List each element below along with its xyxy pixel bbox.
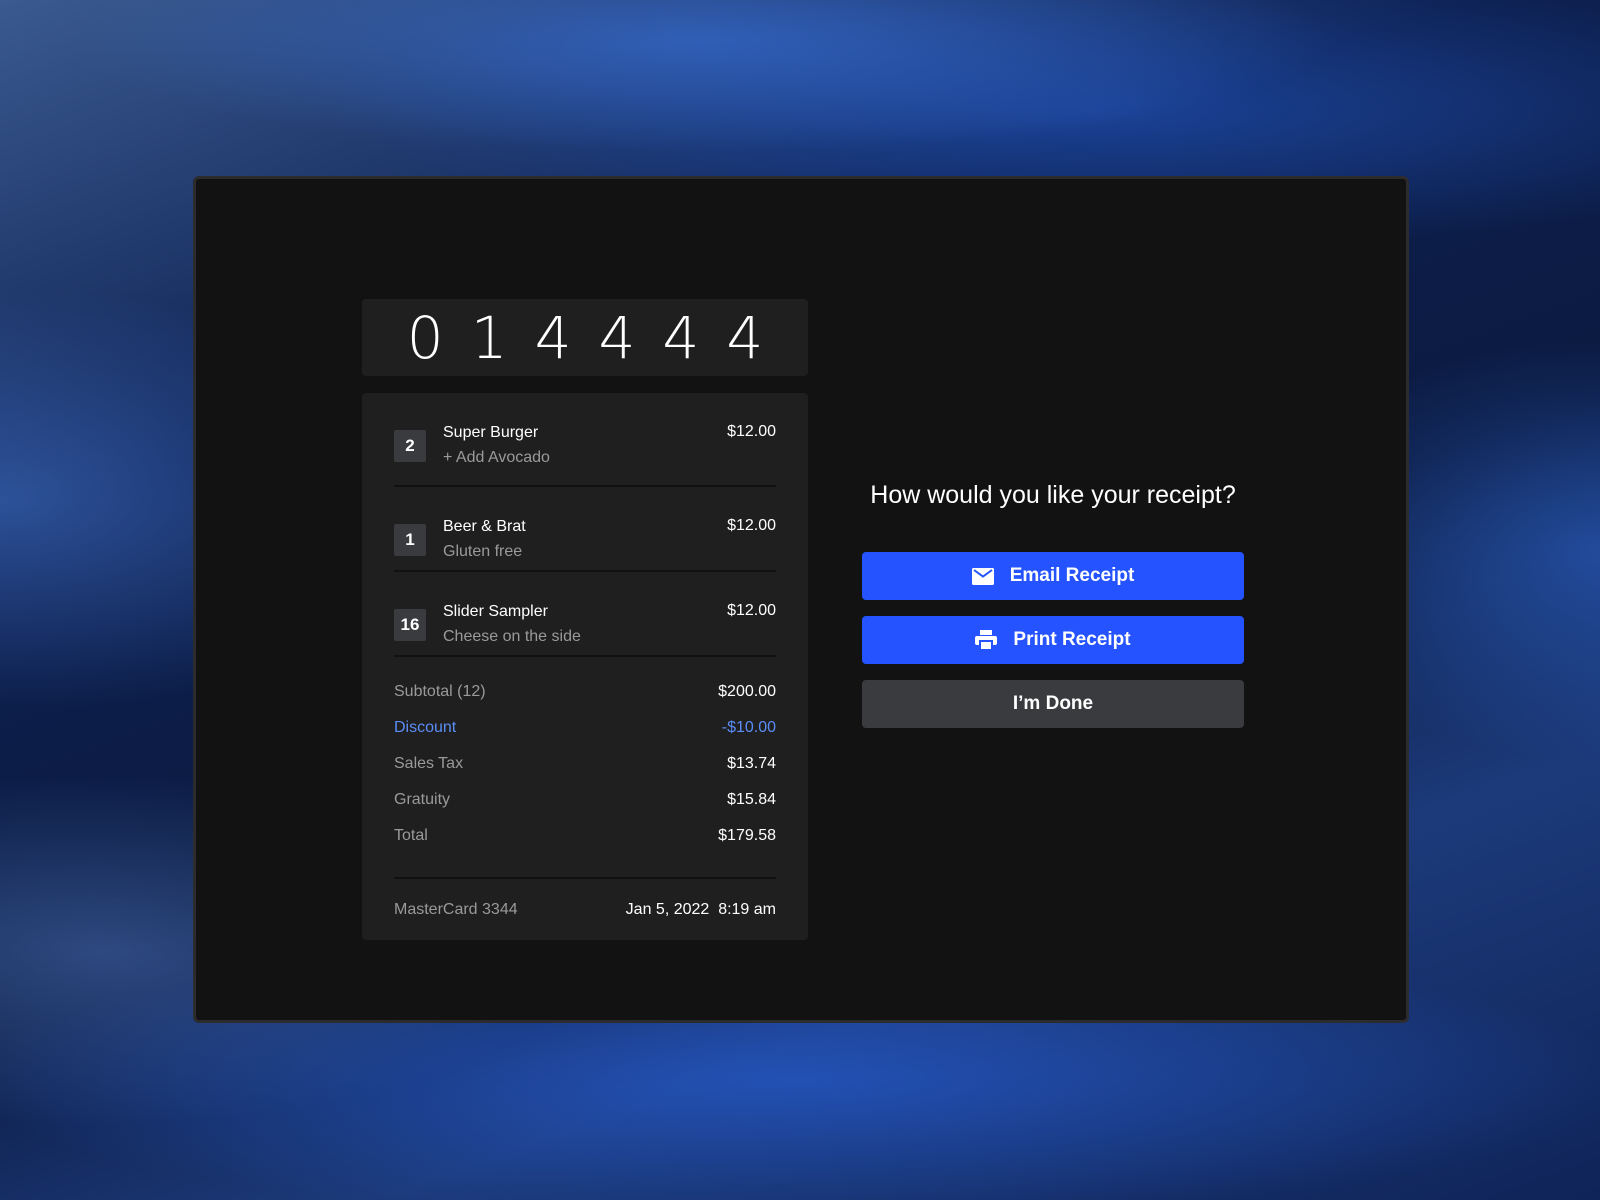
done-button[interactable]: I’m Done <box>862 680 1244 728</box>
discount-value: -$10.00 <box>721 719 776 736</box>
discount-label: Discount <box>394 719 457 736</box>
order-digit: 4 <box>598 303 636 372</box>
tax-label: Sales Tax <box>394 755 464 772</box>
item-price: $12.00 <box>727 517 776 534</box>
item-price: $12.00 <box>727 423 776 440</box>
order-digit: 0 <box>406 303 444 372</box>
payment-card: MasterCard 3344 <box>394 901 518 918</box>
payment-info: MasterCard 3344 Jan 5, 2022 8:19 am <box>394 879 776 919</box>
email-receipt-label: Email Receipt <box>1009 565 1135 586</box>
item-name: Beer & Brat <box>443 518 526 535</box>
payment-datetime: Jan 5, 2022 8:19 am <box>625 901 776 918</box>
quantity-badge: 1 <box>394 524 426 556</box>
totals: Subtotal (12) $200.00 Discount -$10.00 Sal… <box>394 657 776 879</box>
list-item: 16 Slider Sampler Cheese on the side $12… <box>394 572 776 657</box>
quantity-badge: 16 <box>394 609 426 641</box>
item-note: + Add Avocado <box>443 449 550 466</box>
done-label: I’m Done <box>1012 693 1094 714</box>
gratuity-label: Gratuity <box>394 791 451 808</box>
subtotal-value: $200.00 <box>718 683 776 700</box>
item-name: Super Burger <box>443 424 539 441</box>
print-receipt-button[interactable]: Print Receipt <box>862 616 1244 664</box>
order-digit: 4 <box>534 303 572 372</box>
order-number: 0 1 4 4 4 4 <box>362 299 808 376</box>
email-receipt-button[interactable]: Email Receipt <box>862 552 1244 600</box>
order-summary-card: 2 Super Burger + Add Avocado $12.00 1 Be… <box>362 393 808 940</box>
item-note: Gluten free <box>443 543 523 560</box>
list-item: 2 Super Burger + Add Avocado $12.00 <box>394 393 776 487</box>
list-item: 1 Beer & Brat Gluten free $12.00 <box>394 487 776 572</box>
receipt-prompt: How would you like your receipt? <box>870 481 1236 509</box>
receipt-window: 0 1 4 4 4 4 2 Super Burger + Add Avocado… <box>193 176 1409 1023</box>
print-receipt-label: Print Receipt <box>1013 629 1131 650</box>
item-name: Slider Sampler <box>443 603 548 620</box>
item-price: $12.00 <box>727 602 776 619</box>
subtotal-row: Subtotal (12) $200.00 <box>394 683 776 719</box>
order-digit: 4 <box>662 303 700 372</box>
total-label: Total <box>394 827 428 844</box>
envelope-icon <box>971 567 994 585</box>
item-note: Cheese on the side <box>443 628 581 645</box>
order-digit: 1 <box>470 303 508 372</box>
tax-value: $13.74 <box>727 755 776 772</box>
total-value: $179.58 <box>718 827 776 844</box>
tax-row: Sales Tax $13.74 <box>394 755 776 791</box>
gratuity-value: $15.84 <box>727 791 776 808</box>
printer-icon <box>975 630 998 650</box>
subtotal-label: Subtotal (12) <box>394 683 486 700</box>
quantity-badge: 2 <box>394 430 426 462</box>
order-digit: 4 <box>726 303 764 372</box>
discount-row: Discount -$10.00 <box>394 719 776 755</box>
gratuity-row: Gratuity $15.84 <box>394 791 776 827</box>
total-row: Total $179.58 <box>394 827 776 863</box>
